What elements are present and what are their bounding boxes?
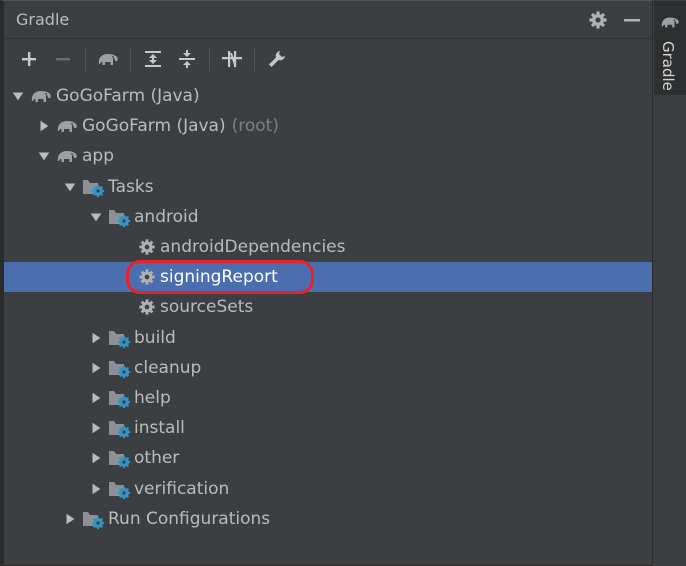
toolbar-separator (209, 47, 210, 71)
gradle-tree: GoGoFarm (Java) GoGoFarm (Java) (root) a… (4, 81, 652, 534)
task-folder-icon (107, 206, 131, 228)
expand-arrow-icon[interactable] (10, 88, 26, 104)
task-folder-icon (81, 508, 105, 530)
expand-arrow-icon[interactable] (88, 390, 104, 406)
task-folder-icon (107, 447, 131, 469)
elephant-icon (29, 85, 53, 107)
minimize-icon[interactable] (620, 8, 644, 32)
tree-node-label: cleanup (134, 357, 202, 378)
tree-node-label: build (134, 327, 176, 348)
wrench-icon[interactable] (262, 44, 292, 74)
tree-node-android-group[interactable]: android (4, 202, 652, 232)
tree-node-label: Run Configurations (108, 508, 271, 529)
tree-node-label: Tasks (108, 176, 154, 197)
tree-node-label: app (82, 146, 114, 167)
tree-node-task-android-dependencies[interactable]: androidDependencies (4, 232, 652, 262)
tree-node-run-configurations[interactable]: Run Configurations (4, 504, 652, 534)
expand-arrow-icon[interactable] (88, 481, 104, 497)
tree-node-label: other (134, 448, 180, 469)
expand-arrow-icon[interactable] (88, 420, 104, 436)
task-folder-icon (107, 327, 131, 349)
add-icon[interactable] (14, 44, 44, 74)
expand-arrow-icon[interactable] (88, 360, 104, 376)
collapse-all-icon[interactable] (172, 44, 202, 74)
toolbar-separator (254, 47, 255, 71)
tree-node-cleanup-group[interactable]: cleanup (4, 353, 652, 383)
collapse-arrow-icon[interactable] (88, 209, 104, 225)
right-tool-strip: Gradle (652, 0, 686, 566)
tree-node-label: androidDependencies (160, 237, 346, 258)
tree-node-tasks[interactable]: Tasks (4, 172, 652, 202)
tree-node-verification-group[interactable]: verification (4, 473, 652, 503)
tree-node-label: GoGoFarm (Java) (56, 86, 200, 107)
tree-node-label: android (134, 206, 199, 227)
tree-node-other-group[interactable]: other (4, 443, 652, 473)
tree-node-root-module[interactable]: GoGoFarm (Java) (root) (4, 111, 652, 141)
toolbar-separator (130, 47, 131, 71)
collapse-arrow-icon[interactable] (36, 148, 52, 164)
tree-node-task-source-sets[interactable]: sourceSets (4, 292, 652, 322)
expand-arrow-icon[interactable] (88, 330, 104, 346)
tree-node-label: sourceSets (160, 297, 254, 318)
task-folder-icon (107, 478, 131, 500)
expand-all-icon[interactable] (138, 44, 168, 74)
expand-arrow-icon[interactable] (88, 450, 104, 466)
tree-node-suffix: (root) (231, 116, 279, 137)
gear-icon[interactable] (586, 8, 610, 32)
highlight-annotation (126, 260, 314, 295)
tool-window-title: Gradle (16, 10, 70, 29)
offline-toggle-icon[interactable] (217, 44, 247, 74)
tree-node-label: install (134, 418, 185, 439)
gradle-tool-window: Gradle GoGoFarm (Java) GoGoFarm (Java) (… (0, 0, 656, 566)
tree-node-help-group[interactable]: help (4, 383, 652, 413)
gear-icon (137, 296, 157, 318)
gear-icon (137, 236, 157, 258)
tree-node-app-module[interactable]: app (4, 141, 652, 171)
tree-node-label: verification (134, 478, 230, 499)
collapse-arrow-icon[interactable] (62, 179, 78, 195)
tree-node-build-group[interactable]: build (4, 323, 652, 353)
task-folder-icon (81, 176, 105, 198)
elephant-icon (659, 13, 681, 35)
expand-arrow-icon[interactable] (62, 511, 78, 527)
expand-arrow-icon[interactable] (36, 118, 52, 134)
remove-icon[interactable] (48, 44, 78, 74)
task-folder-icon (107, 387, 131, 409)
toolbar-separator (85, 47, 86, 71)
header-actions (586, 8, 644, 32)
task-folder-icon (107, 357, 131, 379)
tree-node-install-group[interactable]: install (4, 413, 652, 443)
elephant-icon (55, 115, 79, 137)
elephant-icon[interactable] (93, 44, 123, 74)
elephant-icon (55, 145, 79, 167)
tree-node-label: help (134, 387, 171, 408)
tree-node-root-project[interactable]: GoGoFarm (Java) (4, 81, 652, 111)
tree-node-label: GoGoFarm (Java) (82, 116, 226, 137)
task-folder-icon (107, 417, 131, 439)
tree-node-task-signing-report[interactable]: signingReport (4, 260, 652, 295)
tool-window-header: Gradle (4, 1, 652, 39)
gradle-side-tab[interactable]: Gradle (654, 1, 686, 95)
side-tab-label: Gradle (659, 41, 677, 91)
gradle-toolbar (4, 39, 652, 79)
